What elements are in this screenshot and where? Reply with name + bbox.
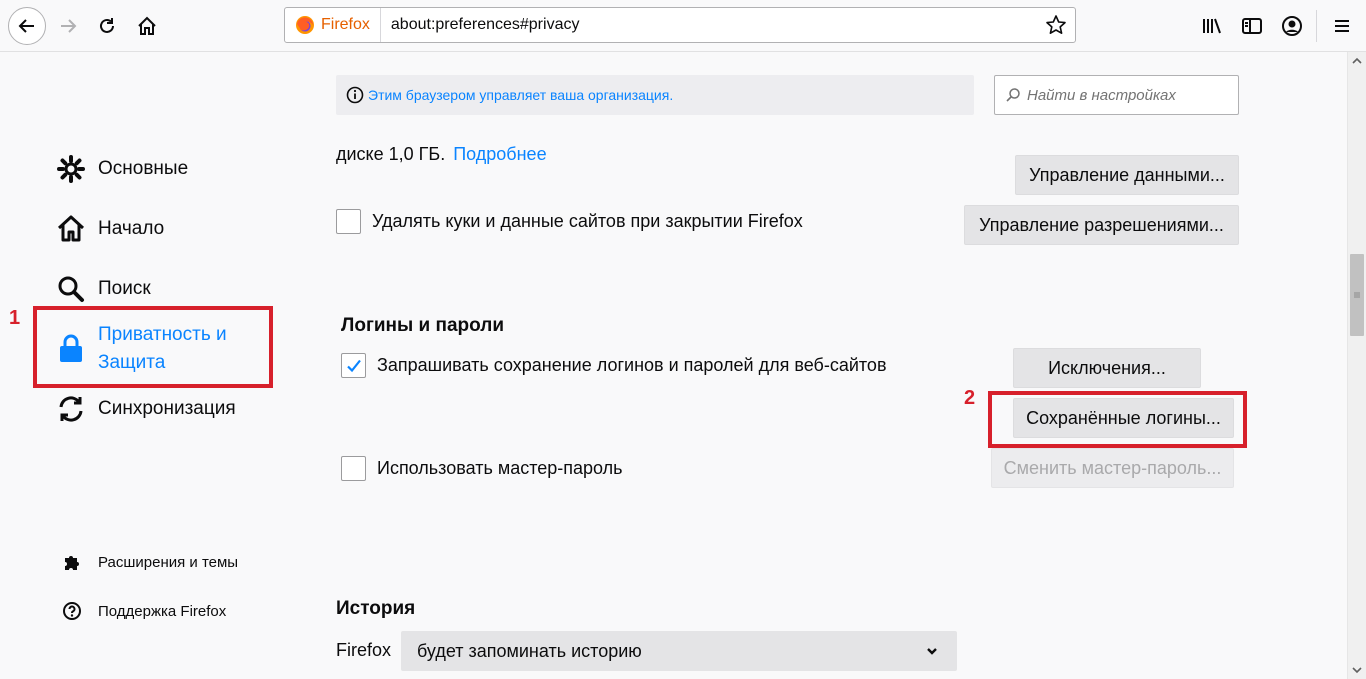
reload-button[interactable]	[89, 8, 125, 44]
library-icon	[1203, 18, 1221, 34]
search-icon	[56, 274, 86, 304]
back-arrow-icon	[18, 19, 34, 33]
history-mode-select[interactable]: будет запоминать историю	[401, 631, 957, 671]
identity-label: Firefox	[321, 16, 370, 33]
firefox-logo-icon	[296, 16, 314, 34]
account-icon	[1282, 16, 1302, 36]
vertical-scrollbar[interactable]	[1347, 52, 1366, 679]
scroll-up-arrow-icon	[1352, 57, 1362, 64]
sidebar-item-sync[interactable]: Синхронизация	[56, 394, 236, 424]
history-prefix-label: Firefox	[336, 640, 392, 660]
puzzle-icon	[60, 550, 84, 574]
library-button[interactable]	[1194, 8, 1230, 44]
scroll-thumb[interactable]	[1350, 254, 1364, 336]
grip-icon	[1354, 292, 1360, 298]
chevron-down-icon	[927, 648, 937, 655]
sidebar-item-label: Синхронизация	[98, 398, 236, 419]
back-button[interactable]	[8, 7, 46, 45]
sidebar-item-general[interactable]: Основные	[56, 154, 188, 184]
forward-arrow-icon	[61, 19, 77, 33]
sidebar-icon	[1242, 18, 1262, 34]
support-link-label: Поддержка Firefox	[98, 602, 227, 620]
master-password-checkbox[interactable]	[341, 456, 366, 481]
reload-icon	[100, 18, 114, 33]
sync-icon	[56, 394, 86, 424]
bookmark-star-button[interactable]	[1045, 14, 1067, 41]
ask-save-logins-checkbox[interactable]	[341, 353, 366, 378]
scroll-up-button[interactable]	[1348, 52, 1366, 70]
checkmark-icon	[346, 359, 361, 372]
exceptions-button[interactable]: Исключения...	[1013, 348, 1201, 388]
forward-button[interactable]	[50, 8, 86, 44]
learn-more-link[interactable]: Подробнее	[453, 144, 546, 164]
manage-permissions-button[interactable]: Управление разрешениями...	[964, 205, 1239, 245]
sidebar-item-home[interactable]: Начало	[56, 214, 164, 244]
cache-size-text: диске 1,0 ГБ. Подробнее	[336, 144, 547, 165]
annotation-highlight-privacy	[33, 306, 273, 388]
delete-cookies-option[interactable]: Удалять куки и данные сайтов при закрыти…	[336, 209, 803, 234]
master-password-label: Использовать мастер-пароль	[377, 458, 623, 478]
url-bar[interactable]: Firefox about:preferences#privacy	[284, 7, 1076, 43]
help-icon	[60, 599, 84, 623]
extensions-link[interactable]: Расширения и темы	[60, 550, 238, 574]
search-input[interactable]: Найти в настройках	[994, 75, 1239, 115]
scroll-down-arrow-icon	[1352, 667, 1362, 674]
sidebar-item-label: Основные	[98, 158, 189, 179]
search-icon	[1005, 87, 1021, 103]
scroll-down-button[interactable]	[1348, 661, 1366, 679]
cache-size-label: диске 1,0 ГБ.	[336, 144, 446, 164]
toolbar-separator	[1316, 10, 1317, 42]
annotation-marker-2: 2	[964, 387, 976, 409]
policy-notice[interactable]: Этим браузером управляет ваша организаци…	[336, 75, 974, 115]
saved-logins-button[interactable]: Сохранённые логины...	[1013, 398, 1234, 438]
star-icon	[1046, 15, 1066, 34]
sidebar-item-search[interactable]: Поиск	[56, 274, 151, 304]
logins-heading: Логины и пароли	[341, 315, 505, 336]
sidebar-item-label: Поиск	[98, 278, 151, 299]
sidebar-toggle-button[interactable]	[1234, 8, 1270, 44]
info-icon	[346, 86, 364, 104]
home-icon	[138, 16, 156, 35]
delete-cookies-checkbox[interactable]	[336, 209, 361, 234]
history-heading: История	[336, 598, 416, 619]
identity-box[interactable]: Firefox	[285, 8, 381, 42]
change-master-password-button: Сменить мастер-пароль...	[991, 448, 1234, 488]
policy-notice-text: Этим браузером управляет ваша организаци…	[368, 87, 674, 103]
gear-icon	[56, 154, 86, 184]
navigation-toolbar: Firefox about:preferences#privacy	[0, 0, 1366, 52]
ask-save-logins-label: Запрашивать сохранение логинов и паролей…	[377, 355, 887, 375]
account-button[interactable]	[1274, 8, 1310, 44]
menu-button[interactable]	[1324, 8, 1360, 44]
ask-save-logins-option[interactable]: Запрашивать сохранение логинов и паролей…	[341, 353, 887, 378]
sidebar-item-label: Начало	[98, 218, 165, 239]
annotation-marker-1: 1	[9, 307, 21, 329]
delete-cookies-label: Удалять куки и данные сайтов при закрыти…	[372, 211, 803, 231]
extensions-link-label: Расширения и темы	[98, 553, 239, 571]
manage-data-button[interactable]: Управление данными...	[1015, 155, 1239, 195]
support-link[interactable]: Поддержка Firefox	[60, 599, 226, 623]
home-icon	[56, 214, 86, 244]
history-mode-value: будет запоминать историю	[417, 640, 642, 661]
home-button[interactable]	[129, 8, 165, 44]
hamburger-menu-icon	[1335, 20, 1349, 32]
master-password-option[interactable]: Использовать мастер-пароль	[341, 456, 623, 481]
url-text[interactable]: about:preferences#privacy	[391, 16, 580, 34]
search-placeholder: Найти в настройках	[1027, 86, 1176, 104]
